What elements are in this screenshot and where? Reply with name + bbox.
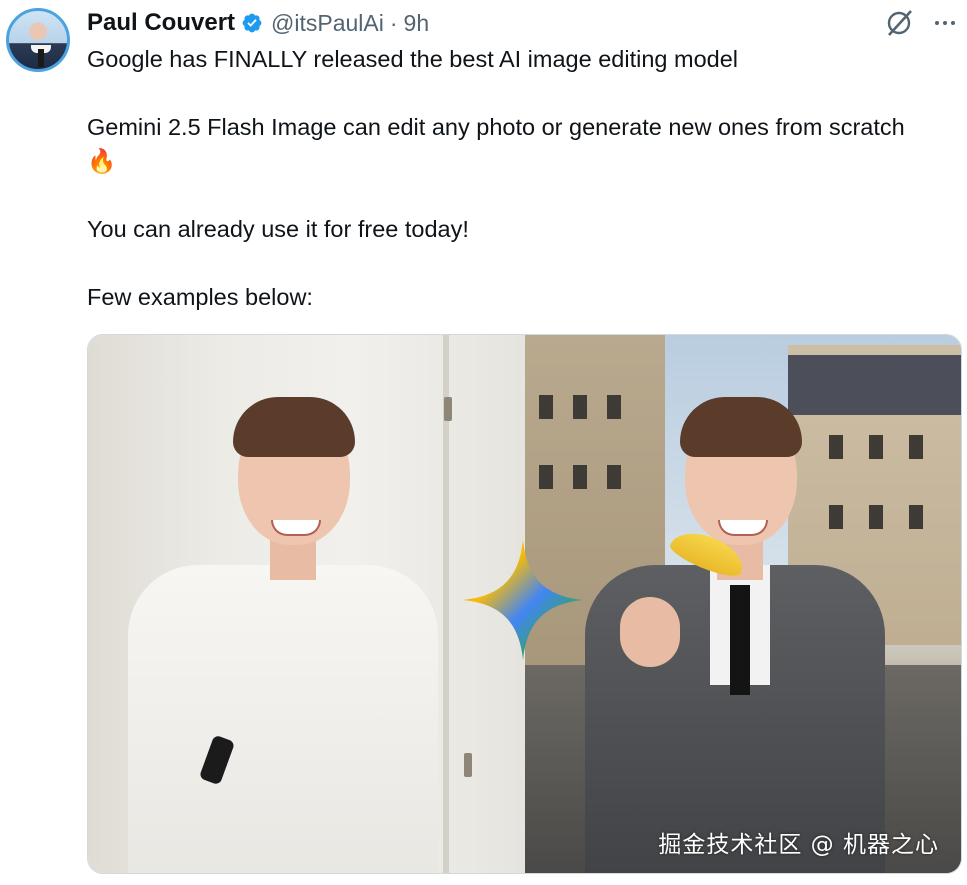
window [829, 505, 843, 529]
door-hinge [464, 753, 472, 777]
edited-photo [525, 335, 961, 873]
dot-icon [951, 21, 955, 25]
window [607, 465, 621, 489]
more-options-icon[interactable] [930, 8, 960, 38]
window [607, 395, 621, 419]
watermark: 掘金技术社区 @ 机器之心 [658, 832, 939, 858]
black-tie [730, 585, 750, 695]
tweet-media[interactable]: 掘金技术社区 @ 机器之心 [87, 334, 962, 874]
author-handle[interactable]: @itsPaulAi [271, 10, 384, 37]
tweet-line: Gemini 2.5 Flash Image can edit any phot… [87, 114, 905, 174]
white-shirt [128, 565, 438, 873]
dot-icon [943, 21, 947, 25]
tweet-header: Paul Couvert @itsPaulAi · 9h [87, 6, 429, 40]
gemini-sparkle-icon [463, 540, 583, 660]
tweet-line: Google has FINALLY released the best AI … [87, 46, 739, 72]
window [909, 435, 923, 459]
window [573, 395, 587, 419]
window [573, 465, 587, 489]
original-photo [88, 335, 525, 873]
author-avatar[interactable] [6, 8, 70, 72]
author-name[interactable]: Paul Couvert [87, 9, 235, 37]
neck [270, 540, 316, 580]
door-hinge [444, 397, 452, 421]
roof [788, 355, 961, 415]
tweet-line: You can already use it for free today! [87, 216, 469, 242]
window [539, 465, 553, 489]
window [539, 395, 553, 419]
verified-badge-icon [242, 13, 262, 33]
tweet-line: Few examples below: [87, 284, 313, 310]
grok-icon[interactable] [884, 8, 914, 38]
window [869, 435, 883, 459]
hair [233, 397, 355, 457]
tweet-text: Google has FINALLY released the best AI … [87, 42, 947, 314]
avatar-tie [38, 49, 44, 67]
hand [620, 597, 680, 667]
window [829, 435, 843, 459]
tweet-timestamp[interactable]: 9h [404, 10, 430, 37]
window [909, 505, 923, 529]
header-separator: · [389, 9, 398, 36]
window [869, 505, 883, 529]
dot-icon [935, 21, 939, 25]
hair [680, 397, 802, 457]
